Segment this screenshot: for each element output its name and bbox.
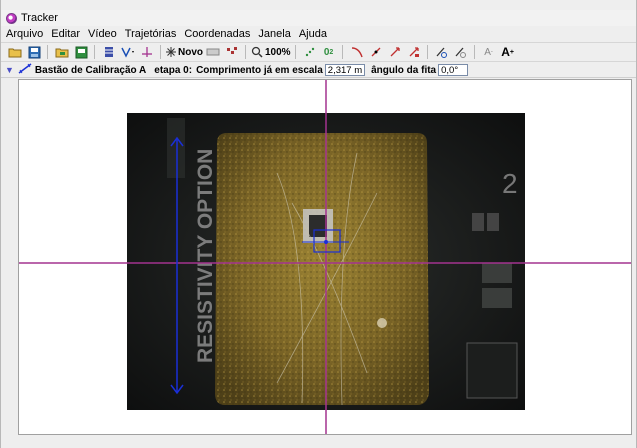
trails-icon[interactable] [223,43,241,61]
export-icon[interactable] [72,43,90,61]
toolbar-separator [473,45,475,59]
menu-trajetorias[interactable]: Trajetórias [121,28,181,40]
toolbar-separator [160,45,161,59]
font-large-sup: + [509,48,514,56]
save-icon[interactable] [25,43,43,61]
zoom-level: 100% [265,46,291,58]
toolbar-separator [47,45,48,59]
font-large-glyph: A [501,45,510,59]
length-label: Comprimento já em escala [196,64,323,76]
menu-video[interactable]: Vídeo [84,28,121,40]
axes-icon[interactable] [138,43,156,61]
menu-janela[interactable]: Janela [254,28,294,40]
traces-icon[interactable] [405,43,423,61]
overlay [19,80,631,434]
menu-coordenadas[interactable]: Coordenadas [180,28,254,40]
main-toolbar: Novo 100% 02 A - A + [1,42,636,62]
autotracker-settings-icon[interactable] [452,43,470,61]
font-small-sup: - [490,49,493,55]
toolbar-separator [94,45,95,59]
track-control-icon[interactable] [204,43,222,61]
increase-font-icon[interactable]: A + [499,43,517,61]
menu-arquivo[interactable]: Arquivo [1,28,47,40]
zoom-icon[interactable]: 100% [251,43,291,61]
toolbar-separator [245,45,246,59]
decrease-font-icon[interactable]: A- [480,43,498,61]
clip-settings-icon[interactable] [100,43,118,61]
title-bar: Tracker [1,10,636,26]
bottom-strip [1,435,636,448]
video-viewport[interactable]: RESISTIVITY OPTION 2 [18,79,632,435]
points-icon[interactable] [301,43,319,61]
open-video-icon[interactable] [53,43,71,61]
calibration-tool-name[interactable]: Bastão de Calibração A [35,65,146,76]
menu-ajuda[interactable]: Ajuda [295,28,331,40]
sigma-icon[interactable]: 02 [320,43,338,61]
toolbar-separator [294,45,296,59]
xmass-icon[interactable] [386,43,404,61]
toolbar-separator [341,45,343,59]
track-dropdown-icon[interactable]: ▼ [5,65,14,75]
length-field[interactable]: 2,317 m [324,64,366,76]
calibration-stick-icon [18,63,32,77]
menu-bar: Arquivo Editar Vídeo Trajetórias Coorden… [1,26,636,41]
tracker-app-icon [6,12,17,24]
tracker-window: Tracker Arquivo Editar Vídeo Trajetórias… [0,0,637,448]
autotracker-icon[interactable] [433,43,451,61]
calibration-toolbar: ▼ Bastão de Calibração A etapa 0: Compri… [1,63,636,78]
calibration-tool-icon[interactable] [119,43,137,61]
sigma-subscript: 2 [329,48,334,56]
velocity-icon[interactable] [348,43,366,61]
menu-editar[interactable]: Editar [47,28,84,40]
new-track-icon[interactable]: Novo [166,43,203,61]
calibration-step: etapa 0: [154,64,193,76]
acceleration-icon[interactable] [367,43,385,61]
window-title: Tracker [21,12,58,24]
calibration-stick[interactable] [170,136,184,395]
toolbar-separator [426,45,428,59]
angle-field[interactable]: 0,0° [438,64,469,76]
new-track-label: Novo [178,46,203,58]
open-folder-icon[interactable] [6,43,24,61]
font-small-glyph: A [484,46,491,58]
angle-label: ângulo da fita [371,64,437,76]
